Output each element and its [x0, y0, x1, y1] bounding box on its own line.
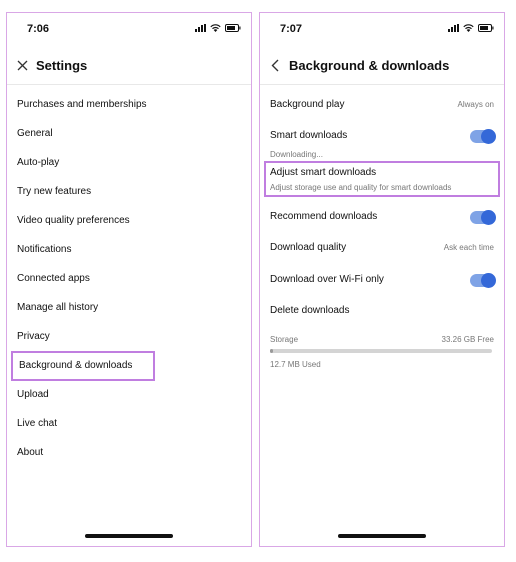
- recommend-downloads-label: Recommend downloads: [270, 211, 378, 222]
- storage-used-row: 12.7 MB Used: [270, 358, 494, 372]
- close-icon[interactable]: [15, 57, 29, 73]
- settings-header: Settings: [7, 47, 251, 85]
- adjust-smart-downloads-sub: Adjust storage use and quality for smart…: [270, 183, 452, 192]
- menu-item-try-new-features[interactable]: Try new features: [17, 185, 91, 199]
- background-play-value: Always on: [457, 100, 494, 109]
- status-bar: 7:06: [7, 13, 251, 47]
- back-chevron-icon[interactable]: [268, 57, 282, 73]
- menu-item-notifications[interactable]: Notifications: [17, 243, 71, 257]
- menu-item-manage-history[interactable]: Manage all history: [17, 301, 98, 315]
- menu-item-connected-apps[interactable]: Connected apps: [17, 272, 90, 286]
- storage-free: 33.26 GB Free: [441, 335, 494, 344]
- wifi-icon: [463, 24, 474, 32]
- delete-downloads-row[interactable]: Delete downloads: [270, 304, 494, 318]
- delete-downloads-label: Delete downloads: [270, 305, 350, 316]
- download-wifi-row: Download over Wi-Fi only: [270, 273, 496, 288]
- menu-item-general[interactable]: General: [17, 127, 53, 141]
- toggle-knob: [481, 129, 496, 144]
- signal-icon: [448, 24, 459, 32]
- recommend-downloads-toggle[interactable]: [470, 210, 496, 225]
- smart-downloads-label: Smart downloads: [270, 130, 348, 141]
- menu-item-background-downloads[interactable]: Background & downloads: [11, 351, 155, 381]
- background-play-label: Background play: [270, 99, 345, 110]
- storage-row: Storage 33.26 GB Free: [270, 333, 494, 347]
- menu-item-about[interactable]: About: [17, 446, 43, 460]
- smart-downloads-row: Smart downloads Downloading...: [270, 129, 496, 159]
- adjust-smart-downloads-row[interactable]: Adjust smart downloads Adjust storage us…: [264, 161, 500, 197]
- download-wifi-label: Download over Wi-Fi only: [270, 274, 384, 285]
- home-indicator[interactable]: [85, 534, 173, 538]
- toggle-knob: [481, 273, 496, 288]
- status-time: 7:06: [27, 23, 50, 35]
- background-downloads-header: Background & downloads: [260, 47, 504, 85]
- menu-item-purchases[interactable]: Purchases and memberships: [17, 98, 147, 112]
- storage-bar-fill: [270, 349, 274, 353]
- menu-item-auto-play[interactable]: Auto-play: [17, 156, 59, 170]
- download-wifi-toggle[interactable]: [470, 273, 496, 288]
- download-quality-value: Ask each time: [443, 243, 494, 252]
- adjust-smart-downloads-label: Adjust smart downloads: [270, 167, 377, 178]
- storage-used: 12.7 MB Used: [270, 360, 321, 369]
- background-play-row[interactable]: Background play Always on: [270, 98, 494, 112]
- storage-label: Storage: [270, 335, 299, 344]
- recommend-downloads-row: Recommend downloads: [270, 210, 496, 225]
- battery-icon: [225, 24, 241, 32]
- smart-downloads-status: Downloading...: [270, 150, 323, 159]
- status-bar: 7:07: [260, 13, 504, 47]
- signal-icon: [195, 24, 206, 32]
- battery-icon: [478, 24, 494, 32]
- menu-item-live-chat[interactable]: Live chat: [17, 417, 57, 431]
- page-title: Settings: [36, 58, 88, 73]
- download-quality-label: Download quality: [270, 242, 347, 253]
- menu-item-video-quality[interactable]: Video quality preferences: [17, 214, 130, 228]
- menu-item-privacy[interactable]: Privacy: [17, 330, 50, 344]
- status-icons: [195, 24, 241, 32]
- menu-item-upload[interactable]: Upload: [17, 388, 49, 402]
- wifi-icon: [210, 24, 221, 32]
- toggle-knob: [481, 210, 496, 225]
- storage-bar: [270, 349, 492, 353]
- home-indicator[interactable]: [338, 534, 426, 538]
- page-title: Background & downloads: [289, 58, 450, 73]
- smart-downloads-toggle[interactable]: [470, 129, 496, 144]
- status-time: 7:07: [280, 23, 303, 35]
- background-downloads-screen: 7:07 Background & downloads Background p…: [259, 12, 505, 547]
- status-icons: [448, 24, 494, 32]
- settings-screen: 7:06 Settings Purchases and memberships …: [6, 12, 252, 547]
- download-quality-row[interactable]: Download quality Ask each time: [270, 241, 494, 255]
